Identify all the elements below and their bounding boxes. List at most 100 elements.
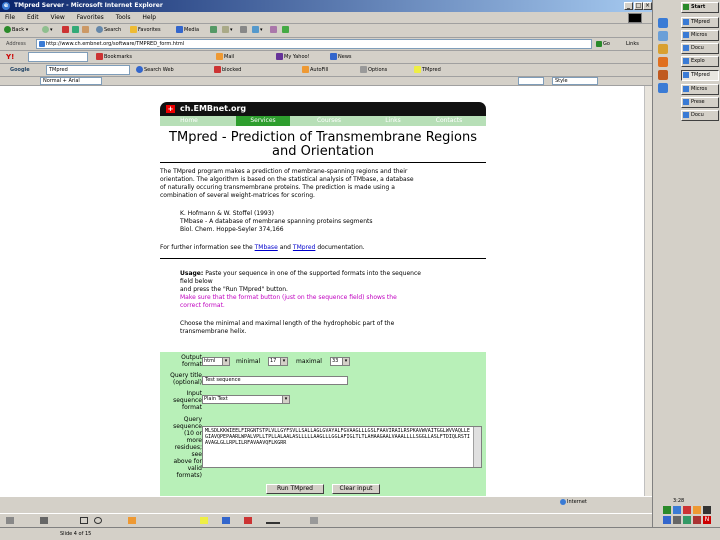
address-input[interactable]: http://www.ch.embnet.org/software/TMPRED… [36, 39, 592, 49]
yahoo-logo[interactable]: Y! [6, 53, 14, 62]
google-search-input[interactable]: TMpred [46, 65, 130, 75]
media-button[interactable]: Media [176, 26, 199, 35]
quick-launch-app-icon[interactable] [658, 70, 668, 80]
tray-alert-icon[interactable] [693, 516, 701, 524]
fill-color-icon[interactable] [200, 517, 208, 524]
nav-contacts[interactable]: Contacts [422, 116, 476, 126]
clear-input-button[interactable]: Clear input [332, 484, 380, 494]
oval-icon[interactable] [94, 517, 102, 524]
taskbar-button-8[interactable]: Docu [681, 110, 719, 121]
output-format-select[interactable]: html ▾ [202, 357, 230, 366]
size-select[interactable]: Style [552, 77, 598, 85]
discuss-button[interactable] [270, 26, 278, 35]
quick-launch-browser-icon[interactable] [658, 83, 668, 93]
run-tmpred-button[interactable]: Run TMpred [266, 484, 324, 494]
menu-tools[interactable]: Tools [116, 12, 131, 23]
page-scrollbar[interactable] [644, 86, 652, 496]
quick-launch-ie-icon[interactable] [658, 18, 668, 28]
font-select[interactable] [518, 77, 544, 85]
history-button[interactable] [210, 26, 218, 35]
taskbar-button-5-active[interactable]: TMpred [681, 70, 719, 81]
print-button[interactable] [240, 26, 248, 35]
window-icon [683, 99, 689, 105]
tmpred-link[interactable]: TMpred [293, 244, 316, 251]
my-yahoo-button[interactable]: My Yahoo! [276, 53, 310, 62]
nav-courses[interactable]: Courses [302, 116, 356, 126]
go-button[interactable]: Go [596, 40, 610, 49]
menu-help[interactable]: Help [142, 12, 156, 23]
line-style-icon[interactable] [266, 517, 280, 524]
shadow-icon[interactable] [310, 517, 318, 524]
google-options-button[interactable]: Options [360, 66, 387, 75]
minimal-length-select[interactable]: 17 ▾ [268, 357, 288, 366]
tray-security-icon[interactable] [683, 506, 691, 514]
tray-volume-icon[interactable] [703, 506, 711, 514]
home-button[interactable] [82, 26, 90, 35]
yahoo-news-button[interactable]: News [330, 53, 352, 62]
taskbar-button-1[interactable]: TMpred [681, 17, 719, 28]
tray-n-icon[interactable]: N [703, 516, 711, 524]
messenger-button[interactable] [282, 26, 290, 35]
usage-line-2: field below [180, 278, 213, 285]
taskbar-button-2[interactable]: Micros [681, 30, 719, 41]
autofill-button[interactable]: AutoFill [302, 66, 328, 75]
quick-launch-media-icon[interactable] [658, 57, 668, 67]
rectangle-icon[interactable] [80, 517, 88, 524]
taskbar-button-4[interactable]: Explo [681, 56, 719, 67]
wordart-icon[interactable] [128, 517, 136, 524]
tmbase-link[interactable]: TMbase [255, 244, 278, 251]
popup-blocked-button[interactable]: blocked [214, 66, 241, 75]
nav-home[interactable]: Home [162, 116, 216, 126]
google-logo[interactable]: Google [10, 66, 30, 75]
tray-messenger-icon[interactable] [673, 506, 681, 514]
yahoo-search-input[interactable] [28, 52, 88, 62]
minimize-button[interactable]: _ [624, 2, 633, 10]
edit-button[interactable]: ▾ [252, 26, 263, 35]
site-banner[interactable]: + ch.EMBnet.org [160, 102, 486, 116]
menu-edit[interactable]: Edit [27, 12, 39, 23]
font-color-icon[interactable] [244, 517, 252, 524]
window-icon [683, 32, 689, 38]
refresh-button[interactable] [72, 26, 80, 35]
yahoo-bookmarks-button[interactable]: Bookmarks [96, 53, 132, 62]
back-button[interactable]: Back ▾ [4, 26, 28, 35]
nav-services[interactable]: Services [236, 116, 290, 126]
search-button[interactable]: Search [96, 26, 121, 35]
maximize-button[interactable]: □ [634, 2, 643, 10]
line-color-icon[interactable] [222, 517, 230, 524]
yahoo-mail-button[interactable]: Mail [216, 53, 234, 62]
stop-button[interactable] [62, 26, 70, 35]
taskbar-button-3[interactable]: Docu [681, 43, 719, 54]
links-button[interactable]: Links [626, 40, 639, 49]
forward-button[interactable]: ▾ [42, 26, 53, 35]
select-arrow-icon[interactable] [40, 517, 48, 524]
tray-printer-icon[interactable] [673, 516, 681, 524]
quick-launch-desktop-icon[interactable] [658, 31, 668, 41]
maximal-length-select[interactable]: 33 ▾ [330, 357, 350, 366]
draw-menu-icon[interactable] [6, 517, 14, 524]
quick-launch-outlook-icon[interactable] [658, 44, 668, 54]
chevron-down-icon: ▾ [222, 358, 229, 365]
taskbar-button-6[interactable]: Micros [681, 84, 719, 95]
favorites-button[interactable]: Favorites [130, 26, 161, 35]
style-select[interactable]: Normal + Arial [40, 77, 102, 85]
sequence-textarea[interactable]: MLSDLKKWIEELFIRGNTSTPLVLLGYFSVLLSALLAGLG… [202, 426, 482, 468]
tray-update-icon[interactable] [693, 506, 701, 514]
input-format-label: Input sequence format [173, 390, 202, 411]
query-title-input[interactable]: Test sequence [202, 376, 348, 385]
tray-antivirus-icon[interactable] [663, 516, 671, 524]
tray-network-icon[interactable] [663, 506, 671, 514]
taskbar-button-7[interactable]: Prese [681, 97, 719, 108]
nav-links[interactable]: Links [366, 116, 420, 126]
mail-button[interactable]: ▾ [222, 26, 233, 35]
menu-view[interactable]: View [51, 12, 65, 23]
close-button[interactable]: × [643, 2, 652, 10]
tray-sync-icon[interactable] [683, 516, 691, 524]
textarea-scrollbar[interactable] [473, 427, 481, 467]
start-button[interactable]: Start [681, 2, 719, 13]
menu-file[interactable]: File [5, 12, 15, 23]
tmpred-highlight-button[interactable]: TMpred [414, 66, 441, 75]
input-format-select[interactable]: Plain Text ▾ [202, 395, 290, 404]
google-search-web-button[interactable]: Search Web [136, 66, 174, 75]
menu-favorites[interactable]: Favorites [77, 12, 104, 23]
